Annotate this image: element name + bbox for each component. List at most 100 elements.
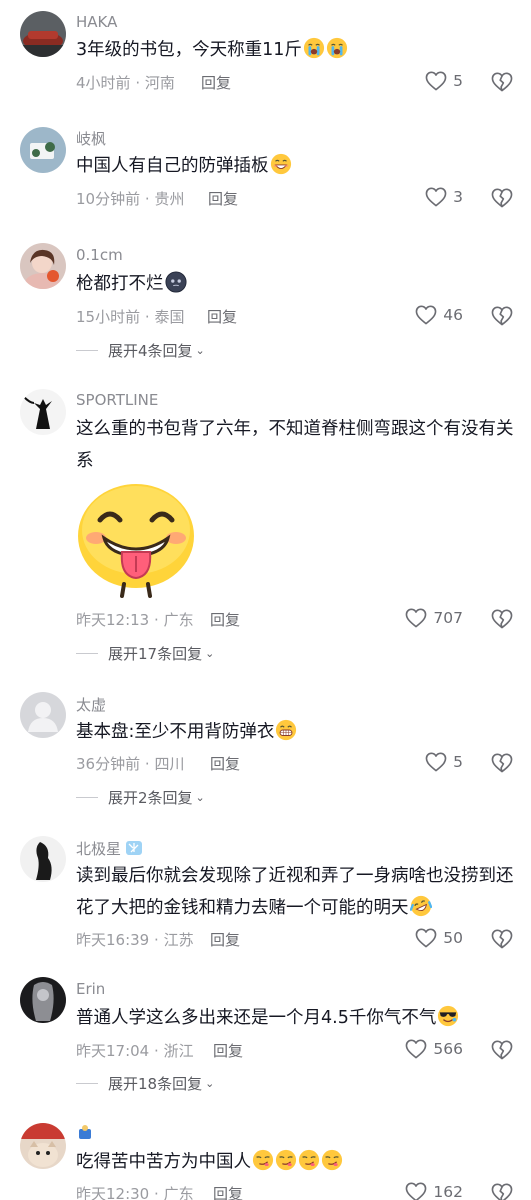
broken-heart-icon[interactable] [491, 306, 513, 326]
reply-button[interactable]: 回复 [201, 72, 231, 93]
like-button[interactable]: 5 [425, 71, 463, 91]
chevron-down-icon: ⌄ [205, 647, 215, 660]
comment-body: 普通人学这么多出来还是一个月4.5千你气不气 [76, 1008, 437, 1028]
avatar[interactable] [20, 11, 66, 57]
reply-button[interactable]: 回复 [213, 1183, 243, 1200]
expand-label: 展开17条回复 [108, 645, 203, 663]
comment-location: 广东 [163, 1185, 194, 1200]
comment-text: 读到最后你就会发现除了近视和弄了一身病啥也没捞到还花了大把的金钱和精力去赌一个可… [76, 860, 516, 924]
comment-location: 贵州 [154, 190, 185, 208]
like-button[interactable]: 3 [425, 187, 463, 207]
like-count: 162 [433, 1183, 463, 1200]
comment-text: 3年级的书包，今天称重11斤 [76, 34, 521, 66]
divider [76, 350, 98, 351]
comment-username[interactable]: SPORTLINE [76, 391, 158, 409]
comment-meta: 36分钟前 · 四川 [76, 753, 184, 774]
like-count: 707 [433, 609, 463, 627]
comment-text: 基本盘:至少不用背防弹衣 [76, 716, 521, 748]
separator: · [154, 611, 159, 629]
comment-username[interactable]: Erin [76, 980, 105, 998]
like-count: 5 [453, 72, 463, 90]
expand-replies-button[interactable]: 展开2条回复 ⌄ [76, 787, 205, 808]
like-button[interactable]: 566 [405, 1039, 463, 1059]
like-button[interactable]: 707 [405, 608, 463, 628]
comment-username[interactable]: 北极星 [76, 838, 143, 859]
broken-heart-icon[interactable] [491, 1183, 513, 1200]
like-button[interactable]: 162 [405, 1182, 463, 1200]
avatar[interactable] [20, 977, 66, 1023]
avatar[interactable] [20, 1123, 66, 1169]
expand-label: 展开2条回复 [108, 789, 193, 807]
comment-location: 四川 [154, 755, 185, 773]
comment-location: 江苏 [163, 931, 194, 949]
comment-username[interactable]: HAKA [76, 13, 117, 31]
separator: · [144, 308, 150, 326]
comment-meta: 昨天12:13 · 广东 [76, 609, 194, 630]
comment-time: 15小时前 [76, 308, 141, 326]
reply-button[interactable]: 回复 [210, 609, 240, 630]
comment-text: 枪都打不烂 [76, 268, 521, 300]
avatar[interactable] [20, 836, 66, 882]
comment-username[interactable]: 太虚 [76, 694, 106, 715]
like-count: 46 [443, 306, 463, 324]
grinning-face-emoji [270, 153, 291, 175]
like-button[interactable]: 46 [415, 305, 463, 325]
comment-time: 10分钟前 [76, 190, 141, 208]
heart-outline-icon [415, 305, 437, 325]
comment-location: 河南 [144, 74, 175, 92]
heart-outline-icon [405, 608, 427, 628]
like-count: 50 [443, 929, 463, 947]
avatar[interactable] [20, 692, 66, 738]
broken-heart-icon[interactable] [491, 188, 513, 208]
comment-body: 吃得苦中苦方为中国人 [76, 1152, 251, 1172]
reply-button[interactable]: 回复 [208, 188, 238, 209]
expand-label: 展开18条回复 [108, 1075, 203, 1093]
broken-heart-icon[interactable] [491, 929, 513, 949]
separator: · [154, 1042, 159, 1060]
comment-username[interactable]: 岐枫 [76, 128, 106, 149]
comment-text: 吃得苦中苦方为中国人 [76, 1146, 521, 1178]
comment-meta: 昨天12:30 · 广东 [76, 1183, 194, 1200]
smirk-emoji [275, 1149, 297, 1171]
comment-body: 中国人有自己的防弹插板 [76, 156, 269, 176]
broken-heart-icon[interactable] [491, 1040, 513, 1060]
comment-meta: 15小时前 · 泰国 [76, 306, 184, 327]
comment-username[interactable]: 0.1cm [76, 246, 123, 264]
heart-outline-icon [405, 1039, 427, 1059]
smirk-emoji [321, 1149, 343, 1171]
user-badge-icon [79, 1125, 91, 1139]
loudly-crying-emoji [303, 37, 324, 59]
smirk-emoji [252, 1149, 274, 1171]
avatar[interactable] [20, 127, 66, 173]
reply-button[interactable]: 回复 [210, 929, 240, 950]
grin-emoji [276, 719, 297, 741]
chevron-down-icon: ⌄ [195, 791, 205, 804]
expand-replies-button[interactable]: 展开17条回复 ⌄ [76, 643, 214, 664]
reply-button[interactable]: 回复 [207, 306, 237, 327]
expand-replies-button[interactable]: 展开4条回复 ⌄ [76, 340, 205, 361]
reply-button[interactable]: 回复 [213, 1040, 243, 1061]
heart-outline-icon [415, 928, 437, 948]
like-button[interactable]: 5 [425, 752, 463, 772]
broken-heart-icon[interactable] [491, 72, 513, 92]
tongue-out-smile-sticker [78, 484, 194, 598]
comment-meta: 昨天17:04 · 浙江 [76, 1040, 194, 1061]
like-count: 3 [453, 188, 463, 206]
separator: · [144, 755, 150, 773]
comment-username[interactable] [76, 1124, 94, 1142]
comment-time: 36分钟前 [76, 755, 141, 773]
comment-location: 泰国 [154, 308, 185, 326]
like-button[interactable]: 50 [415, 928, 463, 948]
broken-heart-icon[interactable] [491, 753, 513, 773]
broken-heart-icon[interactable] [491, 609, 513, 629]
heart-outline-icon [425, 71, 447, 91]
avatar[interactable] [20, 389, 66, 435]
reply-button[interactable]: 回复 [210, 753, 240, 774]
username-text: 北极星 [76, 840, 122, 858]
ice-badge-icon [126, 841, 143, 855]
avatar[interactable] [20, 243, 66, 289]
dark-face-emoji [164, 271, 187, 293]
comment-time: 昨天12:13 [76, 611, 150, 629]
expand-replies-button[interactable]: 展开18条回复 ⌄ [76, 1073, 214, 1094]
comment-time: 4小时前 [76, 74, 131, 92]
